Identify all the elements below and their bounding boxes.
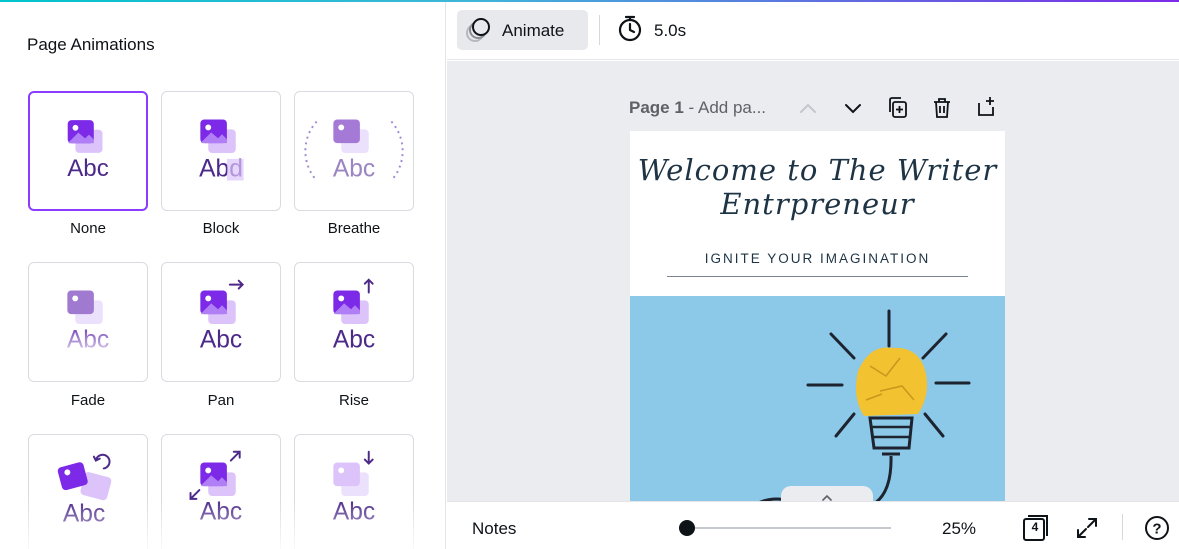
page-count: 4 — [1031, 520, 1039, 534]
animation-label-rise: Rise — [338, 392, 369, 409]
page-heading[interactable]: Welcome to The Writer Entrpreneur — [630, 153, 1005, 221]
move-page-down-icon[interactable] — [843, 101, 863, 115]
svg-text:Abc: Abc — [67, 155, 109, 182]
animate-button[interactable]: Animate — [457, 10, 588, 50]
fullscreen-icon[interactable] — [1075, 516, 1099, 540]
zoom-slider-thumb[interactable] — [679, 520, 695, 536]
page-heading-line-1: Welcome to The Writer — [637, 153, 998, 187]
animation-block-preview-icon: Abd — [199, 119, 244, 183]
zoom-value[interactable]: 25% — [942, 519, 976, 539]
page-title-placeholder: - Add pa... — [683, 98, 767, 117]
svg-text:Abc: Abc — [200, 499, 242, 526]
crumpled-paper-lightbulb-image — [630, 296, 1005, 501]
svg-text:Abc: Abc — [200, 327, 242, 354]
animation-label-breathe: Breathe — [327, 220, 381, 237]
chevron-up-icon — [822, 494, 832, 501]
bottom-bar: Notes 25% 4 ? — [447, 501, 1179, 549]
page-divider-line — [667, 276, 968, 277]
animate-icon — [466, 18, 490, 42]
animation-pan-preview-icon: Abc — [200, 279, 245, 354]
animation-label-fade: Fade — [70, 392, 106, 409]
svg-text:Abc: Abc — [333, 156, 375, 183]
top-toolbar: Animate 5.0s — [447, 2, 1179, 60]
animation-label-none: None — [70, 220, 106, 237]
duration-value[interactable]: 5.0s — [654, 21, 686, 41]
animation-drift-preview-icon: Abc — [333, 450, 375, 526]
animation-pop-preview-icon: Abc — [189, 450, 242, 526]
page-number: Page 1 — [629, 98, 684, 117]
svg-text:Abc: Abc — [333, 327, 375, 354]
animation-fade-preview-icon: Abc — [67, 290, 109, 354]
animation-option-tumble[interactable]: Abc — [28, 434, 148, 549]
panel-title: Page Animations — [27, 35, 155, 54]
notes-button[interactable]: Notes — [472, 519, 516, 539]
top-accent-bar — [0, 0, 1179, 2]
delete-page-icon[interactable] — [932, 96, 952, 120]
move-page-up-icon[interactable] — [798, 101, 818, 115]
svg-text:Abc: Abc — [333, 499, 375, 526]
animation-none-preview-icon: Abc — [67, 120, 109, 182]
svg-text:?: ? — [1152, 521, 1161, 538]
zoom-slider-track[interactable] — [686, 527, 891, 529]
animation-option-fade[interactable]: Abc — [28, 262, 148, 382]
animation-breathe-preview-icon: Abc — [304, 119, 404, 183]
animation-label-block: Block — [202, 220, 240, 237]
animate-button-label: Animate — [502, 21, 565, 40]
animation-option-drift[interactable]: Abc — [294, 434, 414, 549]
footer-divider — [1122, 514, 1123, 540]
animation-option-pan[interactable]: Abc — [161, 262, 281, 382]
notes-collapse-tab[interactable] — [781, 486, 873, 501]
toolbar-divider — [599, 15, 600, 45]
animation-option-none[interactable]: Abc — [28, 91, 148, 211]
page-canvas[interactable]: Welcome to The Writer Entrpreneur IGNITE… — [630, 131, 1005, 501]
animations-panel: Page Animations Abc None Abd Block Abc B… — [0, 0, 446, 549]
svg-text:Abc: Abc — [67, 327, 109, 354]
animation-option-rise[interactable]: Abc — [294, 262, 414, 382]
animation-option-breathe[interactable]: Abc — [294, 91, 414, 211]
svg-text:Abc: Abc — [63, 501, 105, 528]
page-title-label[interactable]: Page 1 - Add pa... — [629, 98, 766, 118]
page-subheading[interactable]: IGNITE YOUR IMAGINATION — [630, 251, 1005, 266]
page-count-button[interactable]: 4 — [1022, 514, 1050, 542]
duplicate-page-icon[interactable] — [887, 96, 909, 120]
timer-icon[interactable] — [617, 15, 643, 43]
canvas-area: Page 1 - Add pa... Welcome to The Writer… — [447, 61, 1179, 501]
animation-label-pan: Pan — [207, 392, 235, 409]
help-icon[interactable]: ? — [1144, 515, 1170, 541]
page-heading-line-2: Entrpreneur — [720, 187, 915, 221]
animation-option-pop[interactable]: Abc — [161, 434, 281, 549]
animation-rise-preview-icon: Abc — [333, 278, 375, 354]
add-page-icon[interactable] — [976, 95, 998, 119]
animation-tumble-preview-icon: Abc — [57, 453, 112, 528]
animation-option-block[interactable]: Abd — [161, 91, 281, 211]
lightbulb-photo[interactable] — [630, 296, 1005, 501]
